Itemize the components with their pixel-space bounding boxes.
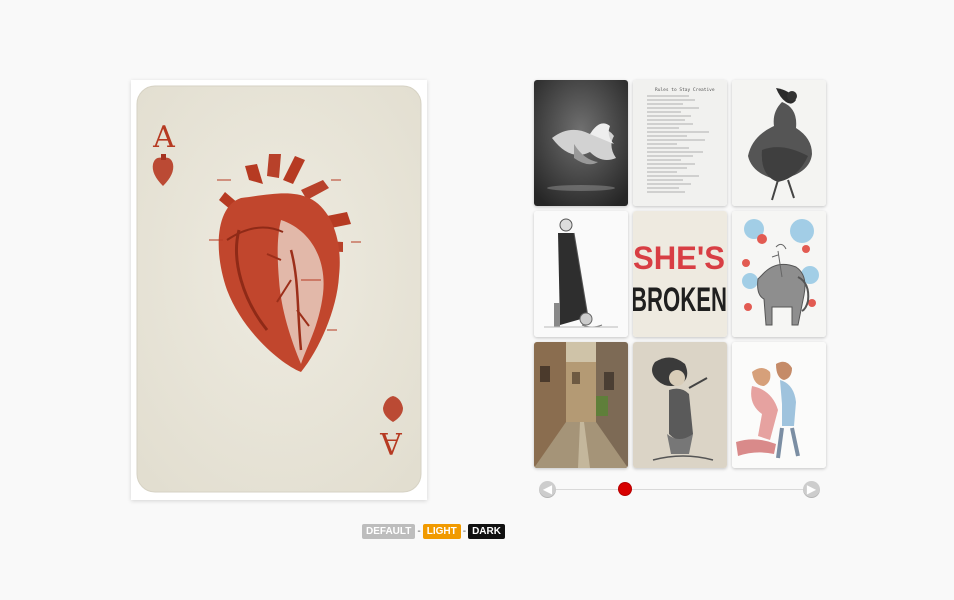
couple-image	[732, 342, 826, 468]
tall-coat-image	[534, 211, 628, 337]
thumbnail-street[interactable]	[534, 342, 628, 468]
theme-separator: -	[462, 525, 467, 537]
thumbnail-girl-in-dress[interactable]	[732, 80, 826, 206]
rules-list-image: Rules to Stay Creative	[633, 80, 727, 206]
thumbnail-rules-list[interactable]: Rules to Stay Creative	[633, 80, 727, 206]
shes-text: SHE'S	[633, 240, 725, 276]
arrow-right-icon[interactable]: ▶	[803, 481, 820, 498]
broken-text: BROKEN	[633, 281, 727, 319]
theme-default-button[interactable]: DEFAULT	[362, 523, 416, 539]
theme-dark-button[interactable]: DARK	[468, 523, 505, 539]
card-rank-top: A	[152, 120, 175, 155]
thumbnail-tall-coat[interactable]	[534, 211, 628, 337]
girl-in-dress-image	[732, 80, 826, 206]
list-title: Rules to Stay Creative	[655, 87, 715, 93]
thumbnail-fish[interactable]	[534, 80, 628, 206]
shes-broken-image: SHE'S BROKEN	[633, 211, 727, 337]
elephant-image	[732, 211, 826, 337]
main-preview[interactable]: A A	[131, 80, 427, 500]
fish-image	[534, 80, 628, 206]
ace-card-image: A A	[136, 85, 422, 493]
girl-sketch-image	[633, 342, 727, 468]
arrow-left-icon[interactable]: ◀	[539, 481, 556, 498]
street-image	[534, 342, 628, 468]
thumbnail-girl-sketch[interactable]	[633, 342, 727, 468]
thumbnail-elephant[interactable]	[732, 211, 826, 337]
thumbnail-couple[interactable]	[732, 342, 826, 468]
theme-light-button[interactable]: LIGHT	[422, 523, 461, 539]
card-rank-bottom: A	[380, 425, 403, 460]
pager-track	[548, 489, 812, 490]
pager-dot-active[interactable]	[619, 483, 631, 495]
theme-switcher: DEFAULT - LIGHT - DARK	[362, 523, 505, 539]
thumbnail-shes-broken[interactable]: SHE'S BROKEN	[633, 211, 727, 337]
theme-separator: -	[417, 525, 421, 537]
